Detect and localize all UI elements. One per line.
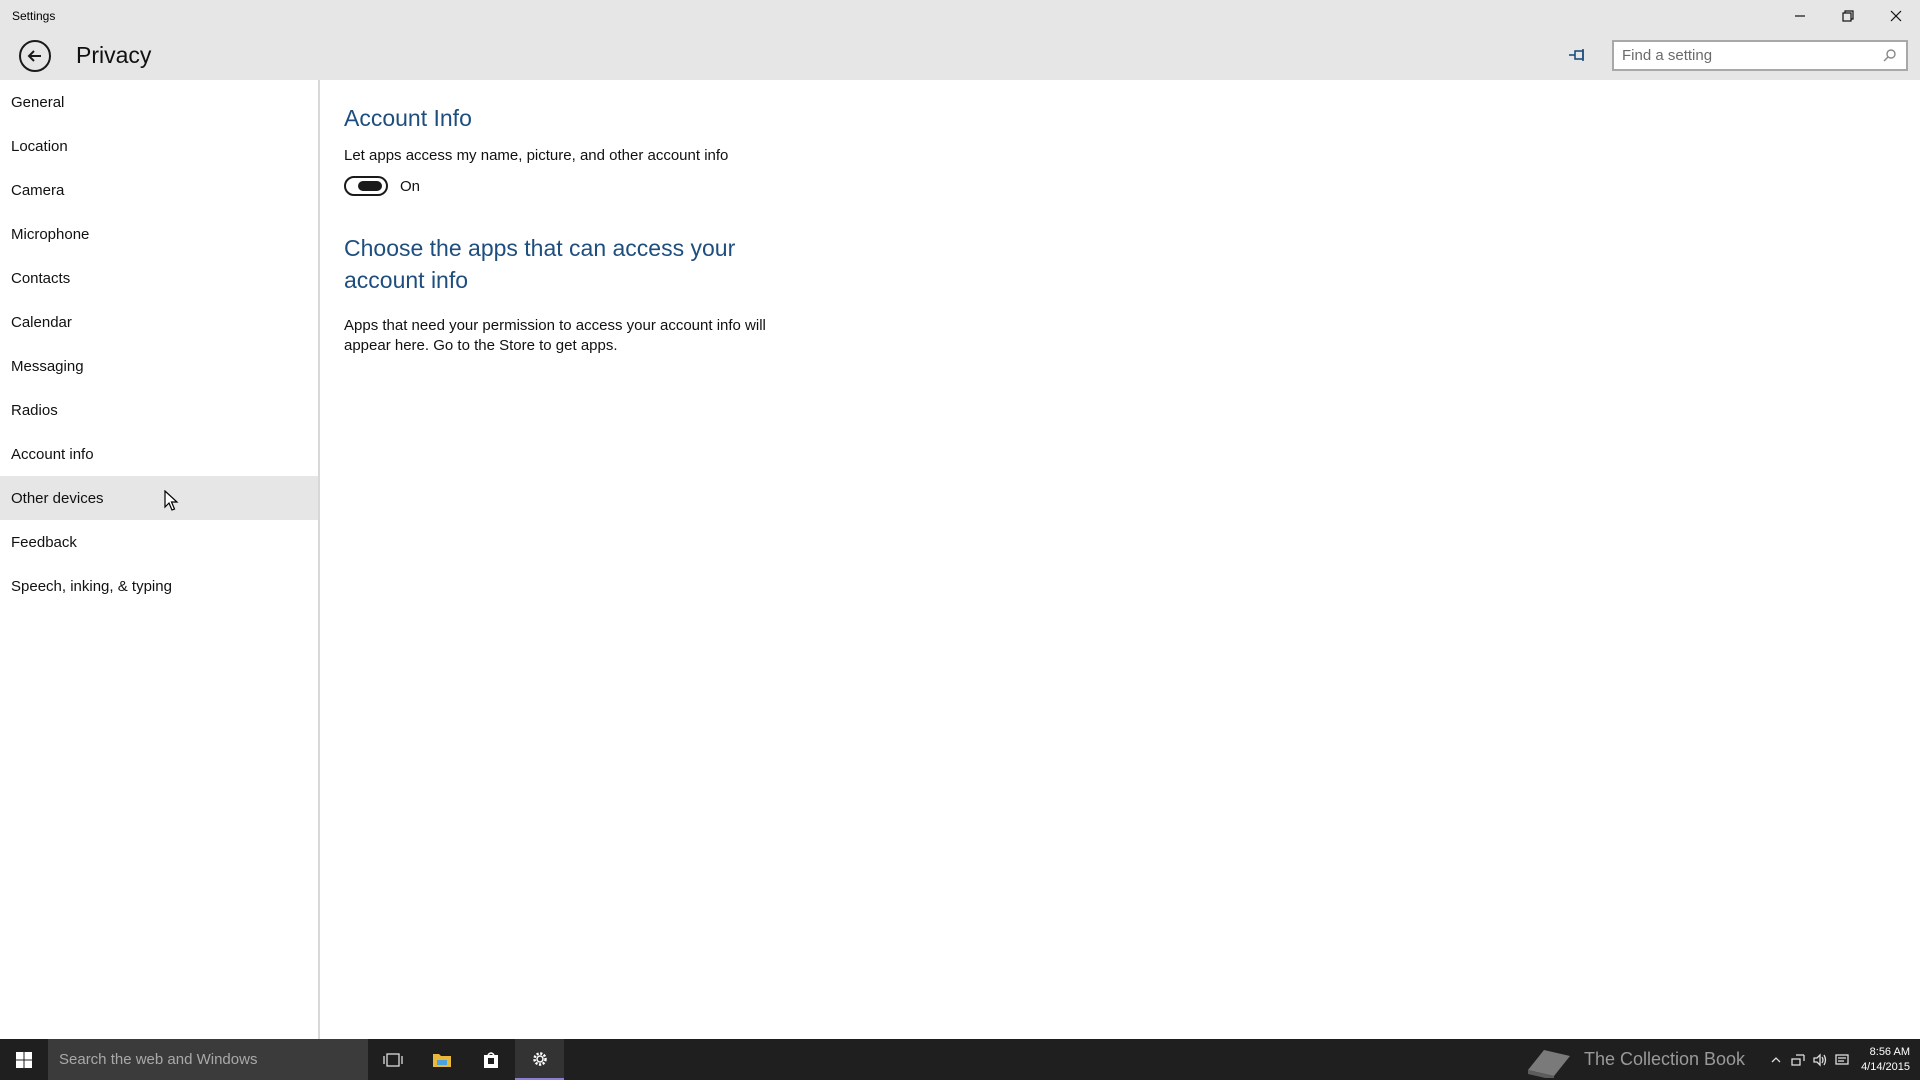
sidebar-item-speech-inking-typing[interactable]: Speech, inking, & typing bbox=[0, 564, 318, 608]
sidebar-item-general[interactable]: General bbox=[0, 80, 318, 124]
minimize-button[interactable] bbox=[1776, 0, 1824, 31]
watermark-text: The Collection Book bbox=[1583, 1049, 1746, 1069]
search-input[interactable] bbox=[1614, 42, 1878, 69]
setting-description: Let apps access my name, picture, and ot… bbox=[344, 147, 729, 164]
toggle-state-label: On bbox=[400, 177, 421, 195]
choose-apps-title: Choose the apps that can access your acc… bbox=[344, 235, 736, 293]
folder-icon bbox=[432, 1053, 451, 1067]
sidebar-item-account-info[interactable]: Account info bbox=[0, 432, 318, 476]
account-info-toggle[interactable] bbox=[344, 176, 388, 196]
pin-icon bbox=[1569, 49, 1584, 61]
sidebar-item-contacts[interactable]: Contacts bbox=[0, 256, 318, 300]
sidebar-item-radios[interactable]: Radios bbox=[0, 388, 318, 432]
page-header: Privacy bbox=[0, 31, 1920, 80]
main-content: Account Info Let apps access my name, pi… bbox=[344, 80, 1904, 356]
choose-apps-body: Apps that need your permission to access… bbox=[344, 317, 766, 354]
section-title: Account Info bbox=[344, 105, 472, 131]
volume-icon bbox=[1813, 1052, 1827, 1067]
mouse-cursor-icon bbox=[164, 490, 179, 511]
book-logo-icon bbox=[1527, 1049, 1570, 1078]
sidebar: General Location Camera Microphone Conta… bbox=[0, 80, 320, 1039]
clock-date: 4/14/2015 bbox=[1861, 1060, 1910, 1073]
gear-icon bbox=[532, 1051, 547, 1066]
chevron-up-icon bbox=[1771, 1056, 1781, 1062]
sidebar-item-microphone[interactable]: Microphone bbox=[0, 212, 318, 256]
clock[interactable]: 8:56 AM 4/14/2015 bbox=[1853, 1045, 1920, 1075]
windows-logo-icon bbox=[16, 1051, 32, 1068]
volume-button[interactable] bbox=[1809, 1039, 1831, 1080]
sidebar-item-messaging[interactable]: Messaging bbox=[0, 344, 318, 388]
system-tray: The Collection Book 8:56 AM 4/14/2015 bbox=[1524, 1039, 1920, 1080]
network-button[interactable] bbox=[1787, 1039, 1809, 1080]
page-title: Privacy bbox=[76, 42, 152, 68]
store-button[interactable] bbox=[466, 1039, 515, 1080]
taskbar-search[interactable]: Search the web and Windows bbox=[48, 1039, 368, 1080]
toggle-row: On bbox=[344, 176, 1904, 196]
minimize-icon bbox=[1795, 14, 1805, 17]
taskbar: Search the web and Windows The Collectio… bbox=[0, 1039, 1920, 1080]
watermark: The Collection Book bbox=[1524, 1042, 1745, 1078]
search-icon[interactable] bbox=[1878, 45, 1900, 67]
show-hidden-icons-button[interactable] bbox=[1765, 1039, 1787, 1080]
pin-button[interactable] bbox=[1566, 45, 1590, 65]
back-button[interactable] bbox=[19, 39, 51, 72]
clock-time: 8:56 AM bbox=[1869, 1045, 1910, 1058]
file-explorer-button[interactable] bbox=[417, 1039, 466, 1080]
notification-icon bbox=[1835, 1053, 1849, 1065]
restore-icon bbox=[1842, 9, 1854, 22]
store-icon bbox=[483, 1051, 498, 1068]
close-icon bbox=[1890, 10, 1902, 21]
app-name: Settings bbox=[12, 8, 56, 23]
back-arrow-icon bbox=[27, 49, 41, 62]
start-button[interactable] bbox=[0, 1039, 48, 1080]
close-button[interactable] bbox=[1872, 0, 1920, 31]
toggle-knob bbox=[358, 181, 382, 191]
sidebar-item-other-devices[interactable]: Other devices bbox=[0, 476, 318, 520]
sidebar-item-feedback[interactable]: Feedback bbox=[0, 520, 318, 564]
sidebar-item-camera[interactable]: Camera bbox=[0, 168, 318, 212]
title-bar: Settings bbox=[0, 0, 1920, 31]
restore-button[interactable] bbox=[1824, 0, 1872, 31]
search-box[interactable] bbox=[1612, 40, 1908, 71]
task-view-icon bbox=[382, 1052, 403, 1067]
action-center-button[interactable] bbox=[1831, 1039, 1853, 1080]
sidebar-item-location[interactable]: Location bbox=[0, 124, 318, 168]
sidebar-item-calendar[interactable]: Calendar bbox=[0, 300, 318, 344]
network-icon bbox=[1791, 1053, 1805, 1066]
settings-task-button[interactable] bbox=[515, 1039, 564, 1080]
window-controls bbox=[1776, 0, 1920, 31]
task-view-button[interactable] bbox=[368, 1039, 417, 1080]
settings-window: Settings Privacy General bbox=[0, 0, 1920, 1039]
